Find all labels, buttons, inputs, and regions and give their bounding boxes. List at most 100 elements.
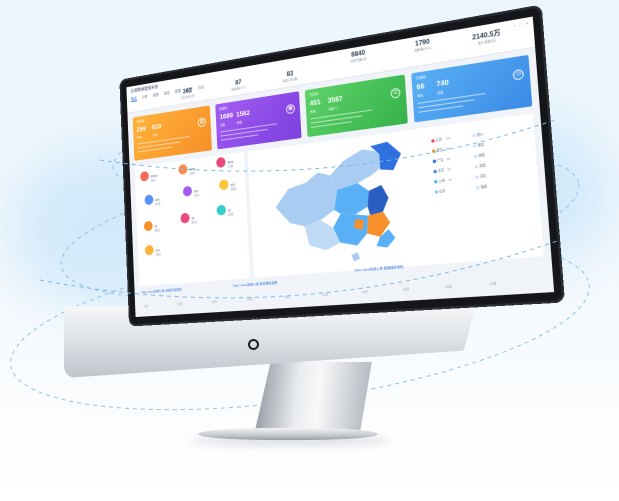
- chart-icon: ▤: [197, 117, 207, 128]
- stat-bubble[interactable]: [218, 179, 229, 191]
- legend-name: 浙江: [436, 147, 443, 153]
- legend-name: 山东: [439, 188, 446, 194]
- legend-name: 北京: [437, 167, 445, 173]
- tab-2[interactable]: 报表: [153, 92, 159, 99]
- card-number: 3587: [327, 95, 343, 106]
- bubble-label: 收藏: [230, 186, 237, 192]
- tab-6[interactable]: 日志: [198, 84, 204, 91]
- legend-item[interactable]: 湖北: [472, 142, 488, 148]
- legend-item[interactable]: 福建: [475, 183, 491, 190]
- legend-value: 98: [446, 146, 450, 152]
- tab-1[interactable]: 分析: [142, 93, 148, 100]
- legend-dot-icon: [431, 148, 436, 153]
- summary-card-0[interactable]: 待处理 ▤ 259 件数 620 订单: [132, 105, 212, 161]
- close-icon[interactable]: ×: [525, 20, 528, 26]
- legend-dot-icon: [475, 185, 480, 190]
- legend-item[interactable]: 河北: [475, 173, 490, 179]
- stat-bubble[interactable]: [143, 220, 153, 232]
- legend-name: 上海: [438, 177, 446, 184]
- card-label: 待处理: [136, 118, 145, 124]
- bubble-label: 用户: [150, 177, 157, 183]
- legend-dot-icon: [433, 179, 438, 184]
- summary-card-1[interactable]: 处理中 ▣ 1689 次数 1562 单量: [215, 91, 302, 150]
- stat-bubble[interactable]: [180, 212, 190, 224]
- legend-item[interactable]: 河南: [474, 162, 489, 169]
- stat-bubble[interactable]: [140, 170, 150, 182]
- legend-value: 65: [447, 166, 452, 172]
- bubble-label: 评论: [193, 192, 200, 198]
- legend-item[interactable]: 山东: [434, 188, 450, 194]
- card-unit: 件数: [310, 109, 316, 115]
- legend-item[interactable]: 广东 86: [432, 157, 451, 164]
- legend-name: 河南: [478, 162, 486, 169]
- card-number: 740: [436, 78, 450, 89]
- card-number: 1562: [236, 109, 251, 119]
- card-number: 1689: [219, 112, 234, 122]
- card-number: 451: [309, 98, 321, 108]
- stat-0: 362 今日访问(次): [180, 88, 195, 100]
- bubble-label: 活跃: [155, 252, 161, 257]
- stat-label: 今日访问(次): [180, 93, 195, 100]
- legend-value: 156: [445, 135, 451, 142]
- bubble-label: 投诉: [191, 219, 198, 225]
- maximize-icon[interactable]: □: [519, 21, 522, 27]
- card-unit: 件数: [136, 135, 142, 140]
- stat-bubble[interactable]: [178, 163, 188, 176]
- tab-3[interactable]: 监控: [164, 90, 170, 97]
- legend-item[interactable]: 江苏 156: [431, 136, 451, 143]
- legend-name: 湖南: [478, 152, 486, 158]
- legend-item[interactable]: 浙江 98: [431, 146, 450, 153]
- dashboard: 后端数据管理系统 概览 分析 报表 监控 配置 权限 日志 362 今日访问(次) 87 在线用户…: [126, 16, 555, 318]
- card-label: 已完成: [309, 91, 319, 98]
- card-label: 已审核: [415, 74, 427, 81]
- legend-dot-icon: [474, 164, 479, 169]
- legend-dot-icon: [434, 189, 439, 194]
- stat-bubble[interactable]: [215, 156, 226, 169]
- axis-tick-label: 02月: [177, 302, 183, 307]
- stat-label: 在线用户(个): [231, 85, 247, 92]
- card-unit: 总数: [436, 89, 444, 96]
- legend-dot-icon: [432, 159, 437, 163]
- notice-link[interactable]: Marx Jeeni系统公告 版本更新说明: [233, 280, 277, 287]
- stat-bubble[interactable]: [144, 194, 154, 206]
- legend-item[interactable]: 上海 42: [433, 177, 453, 184]
- legend-name: 四川: [476, 131, 484, 138]
- stat-bubble[interactable]: [144, 244, 154, 256]
- axis-tick-label: 03月: [211, 300, 217, 305]
- monitor-screen: 后端数据管理系统 概览 分析 报表 监控 配置 权限 日志 362 今日访问(次) 87 在线用户…: [119, 4, 566, 327]
- window-controls: – □ ×: [513, 20, 529, 28]
- axis-tick-label: 06月: [322, 293, 329, 297]
- card-number: 259: [136, 125, 147, 134]
- china-map: [274, 140, 403, 262]
- stat-2: 83 新增订单(笔): [282, 70, 298, 83]
- minimize-icon[interactable]: –: [513, 22, 516, 28]
- bubble-label: 商品: [155, 201, 161, 207]
- tab-0[interactable]: 概览: [130, 95, 137, 103]
- summary-card-3[interactable]: 已审核 ◷ 66 审核 740 总数: [411, 54, 533, 123]
- bubble-label: 访客: [189, 170, 195, 176]
- notice-link[interactable]: Marx Jeeni系统公告 系统升级通知: [141, 287, 181, 294]
- legend-item[interactable]: 湖南: [473, 152, 489, 159]
- axis-tick-label: 07月: [362, 290, 369, 295]
- document-icon: ▣: [285, 103, 296, 115]
- legend-dot-icon: [473, 154, 478, 159]
- card-unit: 总数(个): [328, 105, 339, 112]
- axis-tick-label: 05月: [284, 295, 290, 300]
- stat-3: 8840 总访问量(次): [350, 50, 367, 63]
- scale-icon: ⚖: [390, 87, 401, 99]
- map-region-west: [274, 170, 340, 229]
- stat-bubble[interactable]: [182, 185, 193, 197]
- legend-name: 广东: [437, 157, 444, 163]
- card-unit: 次数: [219, 122, 226, 128]
- legend-name: 江苏: [435, 136, 443, 143]
- stat-5: 2140.5万 累计金额(元): [472, 27, 501, 47]
- summary-card-2[interactable]: 已完成 ⚖ 451 件数 3587 总数(个): [304, 74, 408, 138]
- legend-item[interactable]: 四川: [472, 131, 487, 138]
- legend-item[interactable]: 北京 65: [433, 167, 451, 174]
- stat-bubble[interactable]: [216, 204, 227, 216]
- stat-1: 87 在线用户(个): [231, 79, 246, 92]
- card-label: 处理中: [219, 105, 228, 112]
- card-unit: 审核: [416, 92, 424, 99]
- card-number: 620: [151, 123, 162, 132]
- legend-value: 42: [448, 177, 453, 183]
